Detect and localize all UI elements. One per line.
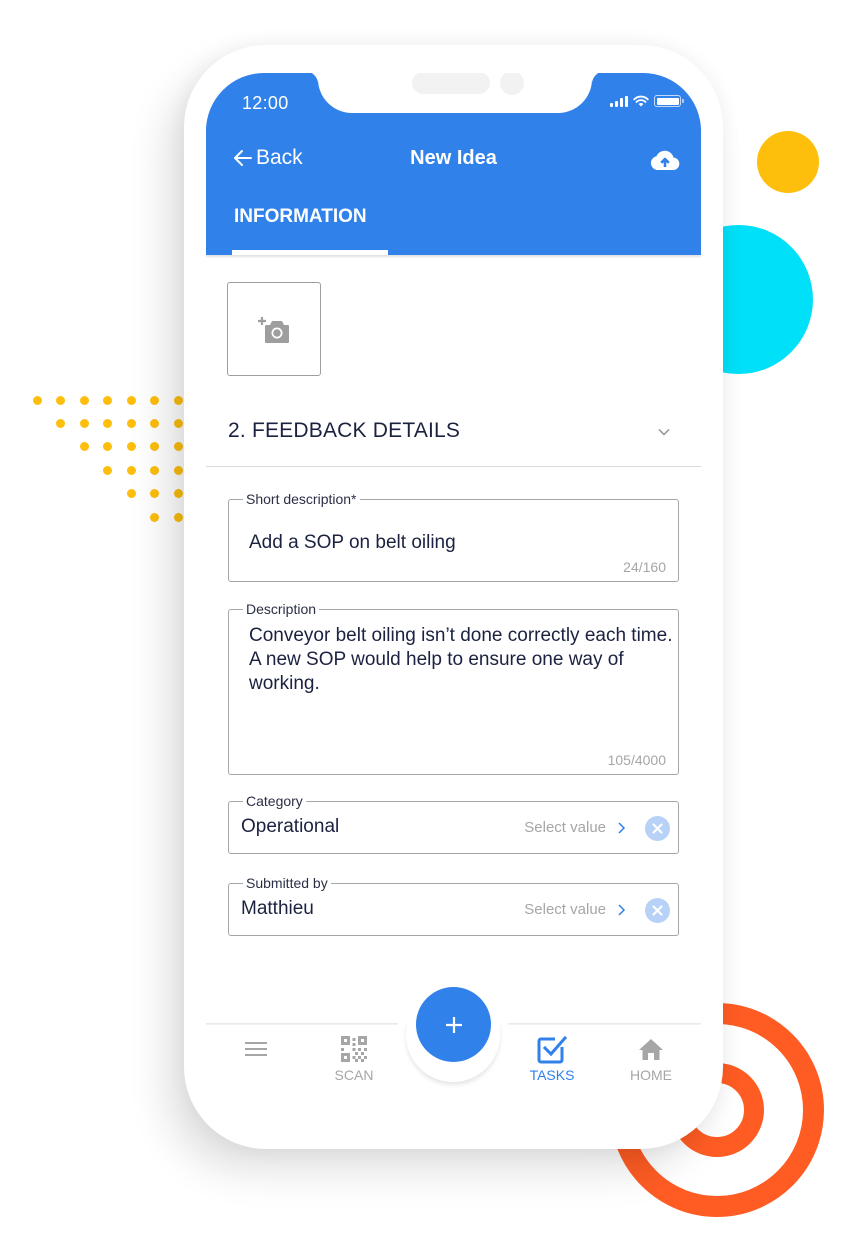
decorative-dot — [56, 396, 65, 405]
clear-submitted-by-button[interactable] — [645, 898, 670, 923]
decorative-dot — [150, 489, 159, 498]
tab-information[interactable]: INFORMATION — [232, 203, 388, 255]
nav-item-tasks[interactable]: TASKS — [512, 1033, 592, 1095]
decorative-yellow-circle — [757, 131, 819, 193]
field-label: Short description* — [243, 490, 360, 508]
qr-code-icon — [341, 1036, 367, 1062]
plus-icon — [445, 1016, 462, 1033]
section-title: 2. FEEDBACK DETAILS — [228, 419, 461, 442]
decorative-dot — [127, 396, 136, 405]
category-select[interactable]: Category Operational Select value — [228, 792, 679, 854]
home-icon — [639, 1039, 663, 1060]
decorative-dot — [56, 419, 65, 428]
nav-label: HOME — [630, 1067, 672, 1083]
decorative-dot — [103, 396, 112, 405]
decorative-dot — [174, 489, 183, 498]
decorative-dot — [80, 442, 89, 451]
character-counter: 24/160 — [623, 559, 666, 575]
phone-speaker — [412, 73, 490, 94]
decorative-dot — [174, 442, 183, 451]
description-textarea[interactable]: Conveyor belt oiling isn’t done correctl… — [249, 624, 679, 696]
decorative-dot — [150, 513, 159, 522]
decorative-dot — [103, 466, 112, 475]
chevron-down-icon — [658, 428, 670, 436]
page-title: New Idea — [410, 147, 497, 169]
chevron-right-icon[interactable] — [617, 821, 626, 835]
field-label: Category — [243, 792, 306, 810]
decorative-dot — [33, 396, 42, 405]
phone-notch — [304, 73, 606, 113]
decorative-dot — [174, 396, 183, 405]
add-photo-button[interactable] — [227, 282, 321, 376]
app-header: 12:00 Back New Idea INFORMATION — [206, 73, 701, 255]
nav-item-scan[interactable]: SCAN — [314, 1033, 394, 1095]
status-icons — [610, 95, 684, 107]
phone-camera — [500, 73, 524, 95]
decorative-dot — [150, 442, 159, 451]
decorative-dot — [80, 419, 89, 428]
menu-icon — [245, 1042, 267, 1056]
decorative-dot — [174, 419, 183, 428]
section-feedback-details[interactable]: 2. FEEDBACK DETAILS — [206, 403, 701, 467]
decorative-dot — [174, 466, 183, 475]
decorative-dot — [127, 489, 136, 498]
submitted-by-select[interactable]: Submitted by Matthieu Select value — [228, 874, 679, 936]
decorative-dot — [103, 442, 112, 451]
decorative-dot — [127, 466, 136, 475]
description-field[interactable]: Description Conveyor belt oiling isn’t d… — [228, 600, 679, 775]
decorative-dot — [150, 396, 159, 405]
nav-item-menu[interactable] — [216, 1033, 296, 1095]
decorative-dot — [103, 419, 112, 428]
tab-active-indicator — [232, 250, 388, 255]
submitted-by-value: Matthieu — [241, 898, 314, 919]
category-value: Operational — [241, 816, 340, 837]
wifi-icon — [633, 95, 649, 107]
tab-label: INFORMATION — [234, 206, 367, 227]
nav-label: TASKS — [529, 1067, 575, 1083]
clear-category-button[interactable] — [645, 816, 670, 841]
decorative-dot — [127, 442, 136, 451]
add-photo-icon — [258, 317, 289, 343]
status-time: 12:00 — [242, 93, 289, 113]
add-fab-button[interactable] — [416, 987, 491, 1062]
decorative-dot — [150, 466, 159, 475]
decorative-dot — [174, 513, 183, 522]
select-value-hint[interactable]: Select value — [524, 901, 606, 918]
character-counter: 105/4000 — [607, 752, 666, 768]
decorative-dot — [150, 419, 159, 428]
decorative-dot — [80, 396, 89, 405]
short-description-field[interactable]: Short description* Add a SOP on belt oil… — [228, 490, 679, 582]
tasks-check-icon — [537, 1035, 568, 1064]
cloud-upload-icon[interactable] — [649, 148, 681, 172]
close-icon — [652, 905, 663, 916]
field-label: Description — [243, 600, 320, 618]
short-description-input[interactable]: Add a SOP on belt oiling — [249, 530, 456, 556]
phone-frame: 12:00 Back New Idea INFORMATION 2. FEEDB… — [184, 45, 723, 1149]
signal-icon — [610, 95, 628, 107]
chevron-right-icon[interactable] — [617, 903, 626, 917]
field-label: Submitted by — [243, 874, 331, 892]
phone-screen: 12:00 Back New Idea INFORMATION 2. FEEDB… — [206, 73, 701, 1123]
nav-label: SCAN — [334, 1067, 374, 1083]
decorative-dot — [127, 419, 136, 428]
close-icon — [652, 823, 663, 834]
battery-icon — [654, 95, 684, 107]
nav-item-home[interactable]: HOME — [611, 1033, 691, 1095]
select-value-hint[interactable]: Select value — [524, 819, 606, 836]
